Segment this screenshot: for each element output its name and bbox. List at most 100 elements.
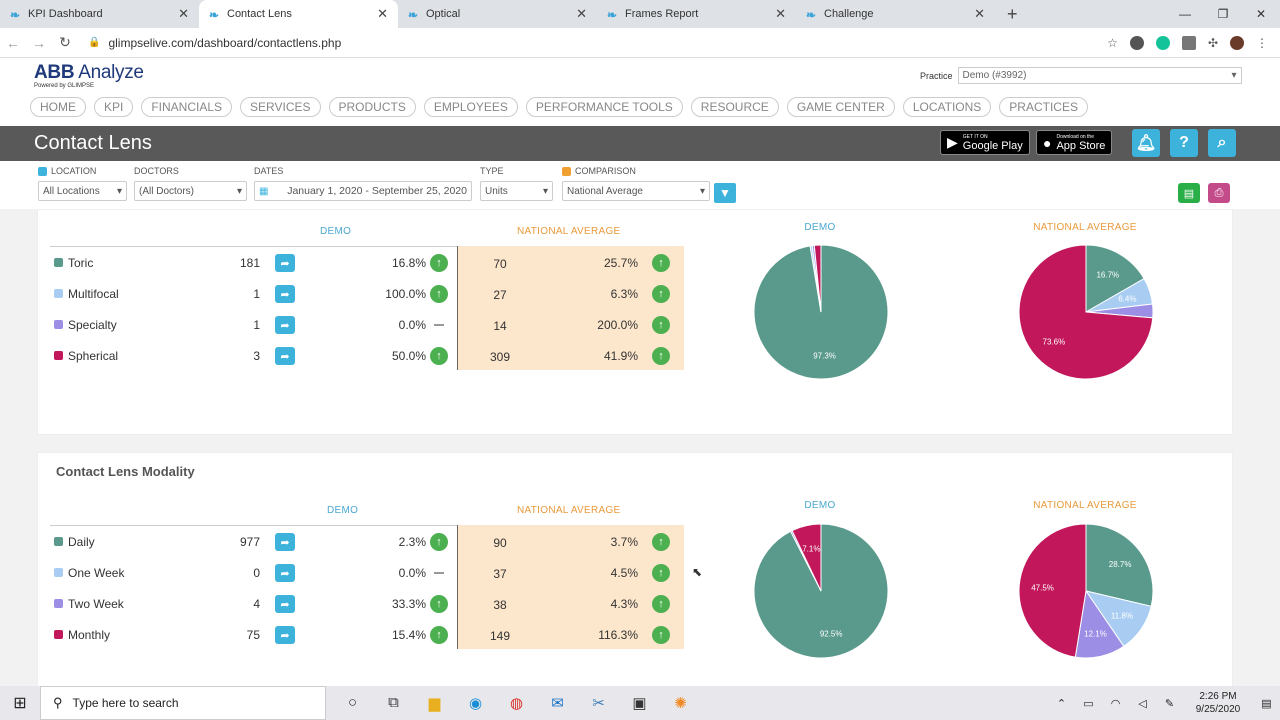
nav-services[interactable]: SERVICES [240, 97, 321, 117]
filter-bar: LOCATION All Locations ▾ DOCTORS (All Doc… [0, 161, 1280, 209]
page: ABB Analyze Powered by GLIMPSE Practice … [0, 58, 1280, 686]
windows-start-icon[interactable]: ⊞ [0, 693, 40, 713]
chevron-up-icon[interactable]: ⌃ [1048, 697, 1075, 710]
mail-icon[interactable]: ✉ [537, 694, 578, 712]
doctors-select[interactable]: (All Doctors) ▾ [134, 181, 247, 201]
trend-up-icon: ↑ [652, 316, 670, 334]
reload-icon[interactable]: ↻ [52, 34, 78, 51]
tab-label: Optical [426, 8, 461, 20]
google-play-button[interactable]: ▶ GET IT ON Google Play [940, 130, 1030, 155]
divider [50, 525, 470, 526]
drilldown-button[interactable]: ➦ [275, 533, 295, 551]
extension-icon[interactable] [1129, 35, 1144, 50]
store-icon[interactable]: ▣ [619, 694, 660, 712]
extension-g-icon[interactable] [1181, 35, 1196, 50]
national-count: 14 [493, 319, 507, 333]
maximize-icon[interactable]: ❐ [1204, 0, 1242, 28]
cortana-icon[interactable]: ○ [332, 694, 373, 712]
nav-game-center[interactable]: GAME CENTER [786, 97, 895, 117]
close-window-icon[interactable]: ✕ [1242, 0, 1280, 28]
bookmark-star-icon[interactable]: ☆ [1107, 36, 1118, 50]
tab-close-icon[interactable]: ✕ [576, 6, 587, 22]
battery-icon[interactable]: ▭ [1075, 697, 1102, 710]
comparison-select[interactable]: National Average ▾ [562, 181, 710, 201]
drilldown-button[interactable]: ➦ [275, 564, 295, 582]
table-row: One Week 0 ➦ 0.0% 37 4.5% ↑ [50, 558, 682, 588]
section-title: Contact Lens Modality [56, 464, 195, 479]
filter-doctors: DOCTORS (All Doctors) ▾ [134, 165, 247, 201]
nav-products[interactable]: PRODUCTS [328, 97, 416, 117]
national-count: 149 [489, 629, 511, 643]
drilldown-button[interactable]: ➦ [275, 316, 295, 334]
drilldown-button[interactable]: ➦ [275, 595, 295, 613]
nav-employees[interactable]: EMPLOYEES [423, 97, 518, 117]
volume-icon[interactable]: ◁ [1129, 697, 1156, 710]
drilldown-button[interactable]: ➦ [275, 254, 295, 272]
file-explorer-icon[interactable]: ▆ [414, 694, 455, 712]
national-percent: 200.0% [597, 318, 638, 332]
tab-close-icon[interactable]: ✕ [775, 6, 786, 22]
browser-tab-frames-report[interactable]: ❧ Frames Report ✕ [597, 0, 796, 28]
wifi-icon[interactable]: ◠ [1102, 697, 1129, 710]
new-tab-button[interactable]: + [1007, 0, 1018, 28]
search-report-icon[interactable]: ⌕ [1208, 129, 1236, 157]
doctors-label: DOCTORS [134, 166, 179, 176]
drilldown-button[interactable]: ➦ [275, 626, 295, 644]
extensions-area: ☆ ✣ ⋮ [1107, 35, 1268, 50]
legend-swatch [54, 289, 63, 298]
help-icon[interactable]: ? [1170, 129, 1198, 157]
browser-tab-kpi[interactable]: ❧ KPI Dashboard ✕ [0, 0, 199, 28]
puzzle-icon[interactable]: ✣ [1208, 36, 1218, 50]
nav-locations[interactable]: LOCATIONS [902, 97, 992, 117]
tab-close-icon[interactable]: ✕ [377, 6, 388, 22]
arrow-right-icon: ➦ [280, 350, 290, 363]
tab-close-icon[interactable]: ✕ [178, 6, 189, 22]
filter-apply-button[interactable]: ▼ [714, 183, 736, 203]
avatar[interactable] [1230, 35, 1244, 50]
export-excel-button[interactable]: ▤ [1178, 183, 1200, 203]
kebab-menu-icon[interactable]: ⋮ [1256, 36, 1268, 50]
google-play-big: Google Play [962, 139, 1023, 152]
pie-chart-demo-modality: 92.5% 7.1% [753, 523, 889, 659]
tab-close-icon[interactable]: ✕ [974, 6, 985, 22]
notifications-icon[interactable]: ▤ [1253, 697, 1280, 710]
type-select[interactable]: Units ▾ [480, 181, 553, 201]
trend-up-icon: ↑ [430, 626, 448, 644]
apple-icon: ● [1043, 134, 1052, 151]
task-view-icon[interactable]: ⧉ [373, 694, 414, 712]
app-icon[interactable]: ✺ [660, 694, 701, 712]
browser-tab-challenge[interactable]: ❧ Challenge ✕ [796, 0, 995, 28]
snip-tool-icon[interactable]: ✂ [578, 694, 619, 712]
minimize-icon[interactable]: — [1166, 0, 1204, 28]
bell-icon[interactable]: 🔔︎ [1132, 129, 1160, 157]
grammarly-icon[interactable] [1155, 35, 1170, 50]
nav-financials[interactable]: FINANCIALS [141, 97, 233, 117]
taskbar-search[interactable]: ⚲ Type here to search [40, 686, 326, 720]
nav-resource[interactable]: RESOURCE [690, 97, 779, 117]
legend-swatch [54, 537, 63, 546]
back-icon[interactable]: ← [0, 35, 26, 51]
demo-col-header: DEMO [327, 505, 359, 516]
play-icon: ▶ [947, 134, 958, 150]
nav-home[interactable]: HOME [30, 97, 86, 117]
logo[interactable]: ABB Analyze Powered by GLIMPSE [34, 62, 144, 89]
browser-tab-contact-lens[interactable]: ❧ Contact Lens ✕ [199, 0, 398, 28]
app-store-button[interactable]: ● Download on the App Store [1036, 130, 1113, 155]
nav-performance-tools[interactable]: PERFORMANCE TOOLS [525, 97, 683, 117]
browser-tab-optical[interactable]: ❧ Optical ✕ [398, 0, 597, 28]
forward-icon[interactable]: → [26, 35, 52, 51]
edge-icon[interactable]: ◉ [455, 694, 496, 712]
dates-input[interactable]: ▦ January 1, 2020 - September 25, 2020 [254, 181, 472, 201]
card-contact-lens-modality: Contact Lens Modality DEMO NATIONAL AVER… [37, 452, 1233, 686]
nav-practices[interactable]: PRACTICES [999, 97, 1088, 117]
nav-kpi[interactable]: KPI [94, 97, 134, 117]
location-select[interactable]: All Locations ▾ [38, 181, 127, 201]
clock[interactable]: 2:26 PM 9/25/2020 [1183, 690, 1253, 716]
drilldown-button[interactable]: ➦ [275, 285, 295, 303]
pen-icon[interactable]: ✎ [1156, 697, 1183, 710]
url-field[interactable]: 🔒 glimpselive.com/dashboard/contactlens.… [88, 36, 1107, 50]
drilldown-button[interactable]: ➦ [275, 347, 295, 365]
practice-select[interactable]: Demo (#3992) ▾ [957, 67, 1242, 84]
chrome-icon[interactable]: ◍ [496, 694, 537, 712]
print-button[interactable]: ⎙ [1208, 183, 1230, 203]
